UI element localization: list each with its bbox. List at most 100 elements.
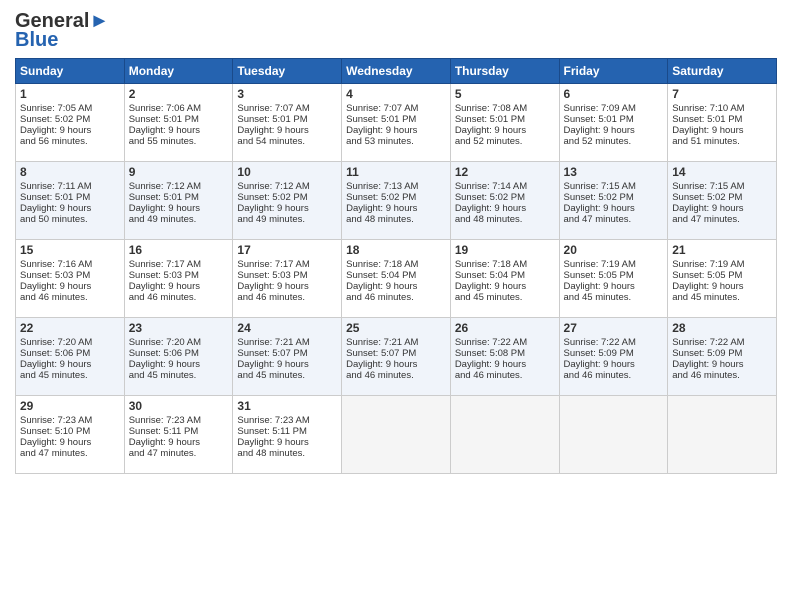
cell-text: Sunset: 5:03 PM bbox=[20, 270, 120, 281]
cell-text: Sunrise: 7:23 AM bbox=[20, 415, 120, 426]
cell-text: Sunset: 5:02 PM bbox=[346, 192, 446, 203]
calendar-cell: 20Sunrise: 7:19 AMSunset: 5:05 PMDayligh… bbox=[559, 240, 668, 318]
day-number: 30 bbox=[129, 399, 229, 413]
day-number: 15 bbox=[20, 243, 120, 257]
cell-text: and 46 minutes. bbox=[20, 292, 120, 303]
cell-text: Daylight: 9 hours bbox=[237, 359, 337, 370]
calendar-cell: 15Sunrise: 7:16 AMSunset: 5:03 PMDayligh… bbox=[16, 240, 125, 318]
calendar-cell bbox=[450, 396, 559, 474]
cell-text: and 49 minutes. bbox=[129, 214, 229, 225]
cell-text: Sunset: 5:01 PM bbox=[129, 114, 229, 125]
calendar-week-row: 8Sunrise: 7:11 AMSunset: 5:01 PMDaylight… bbox=[16, 162, 777, 240]
cell-text: Sunset: 5:01 PM bbox=[129, 192, 229, 203]
col-header-sunday: Sunday bbox=[16, 59, 125, 84]
cell-text: Daylight: 9 hours bbox=[455, 359, 555, 370]
day-number: 28 bbox=[672, 321, 772, 335]
cell-text: and 46 minutes. bbox=[346, 292, 446, 303]
calendar-cell: 4Sunrise: 7:07 AMSunset: 5:01 PMDaylight… bbox=[342, 84, 451, 162]
cell-text: and 45 minutes. bbox=[672, 292, 772, 303]
calendar-cell: 14Sunrise: 7:15 AMSunset: 5:02 PMDayligh… bbox=[668, 162, 777, 240]
calendar-cell: 11Sunrise: 7:13 AMSunset: 5:02 PMDayligh… bbox=[342, 162, 451, 240]
calendar-cell: 9Sunrise: 7:12 AMSunset: 5:01 PMDaylight… bbox=[124, 162, 233, 240]
cell-text: Daylight: 9 hours bbox=[346, 203, 446, 214]
cell-text: and 45 minutes. bbox=[564, 292, 664, 303]
day-number: 6 bbox=[564, 87, 664, 101]
day-number: 25 bbox=[346, 321, 446, 335]
cell-text: Daylight: 9 hours bbox=[672, 203, 772, 214]
cell-text: Daylight: 9 hours bbox=[20, 125, 120, 136]
calendar-week-row: 29Sunrise: 7:23 AMSunset: 5:10 PMDayligh… bbox=[16, 396, 777, 474]
day-number: 1 bbox=[20, 87, 120, 101]
day-number: 12 bbox=[455, 165, 555, 179]
calendar-cell: 26Sunrise: 7:22 AMSunset: 5:08 PMDayligh… bbox=[450, 318, 559, 396]
calendar-header-row: SundayMondayTuesdayWednesdayThursdayFrid… bbox=[16, 59, 777, 84]
cell-text: Sunrise: 7:11 AM bbox=[20, 181, 120, 192]
cell-text: and 49 minutes. bbox=[237, 214, 337, 225]
cell-text: Sunset: 5:01 PM bbox=[564, 114, 664, 125]
calendar-cell: 16Sunrise: 7:17 AMSunset: 5:03 PMDayligh… bbox=[124, 240, 233, 318]
day-number: 7 bbox=[672, 87, 772, 101]
cell-text: Sunset: 5:04 PM bbox=[346, 270, 446, 281]
cell-text: Daylight: 9 hours bbox=[129, 281, 229, 292]
calendar-cell: 18Sunrise: 7:18 AMSunset: 5:04 PMDayligh… bbox=[342, 240, 451, 318]
day-number: 17 bbox=[237, 243, 337, 257]
cell-text: Daylight: 9 hours bbox=[346, 125, 446, 136]
calendar-cell: 12Sunrise: 7:14 AMSunset: 5:02 PMDayligh… bbox=[450, 162, 559, 240]
calendar-cell: 10Sunrise: 7:12 AMSunset: 5:02 PMDayligh… bbox=[233, 162, 342, 240]
calendar-cell: 3Sunrise: 7:07 AMSunset: 5:01 PMDaylight… bbox=[233, 84, 342, 162]
cell-text: Sunrise: 7:21 AM bbox=[237, 337, 337, 348]
cell-text: Sunrise: 7:23 AM bbox=[129, 415, 229, 426]
day-number: 22 bbox=[20, 321, 120, 335]
day-number: 10 bbox=[237, 165, 337, 179]
calendar-cell: 30Sunrise: 7:23 AMSunset: 5:11 PMDayligh… bbox=[124, 396, 233, 474]
day-number: 2 bbox=[129, 87, 229, 101]
calendar-cell: 1Sunrise: 7:05 AMSunset: 5:02 PMDaylight… bbox=[16, 84, 125, 162]
cell-text: Sunset: 5:03 PM bbox=[129, 270, 229, 281]
cell-text: and 53 minutes. bbox=[346, 136, 446, 147]
cell-text: Daylight: 9 hours bbox=[237, 437, 337, 448]
cell-text: Daylight: 9 hours bbox=[20, 437, 120, 448]
cell-text: Daylight: 9 hours bbox=[20, 359, 120, 370]
cell-text: and 46 minutes. bbox=[672, 370, 772, 381]
cell-text: Sunrise: 7:22 AM bbox=[672, 337, 772, 348]
day-number: 9 bbox=[129, 165, 229, 179]
cell-text: Sunset: 5:09 PM bbox=[672, 348, 772, 359]
cell-text: Sunrise: 7:22 AM bbox=[455, 337, 555, 348]
col-header-wednesday: Wednesday bbox=[342, 59, 451, 84]
calendar-cell: 21Sunrise: 7:19 AMSunset: 5:05 PMDayligh… bbox=[668, 240, 777, 318]
cell-text: Sunrise: 7:14 AM bbox=[455, 181, 555, 192]
header: General► Blue bbox=[15, 10, 777, 52]
calendar-cell: 29Sunrise: 7:23 AMSunset: 5:10 PMDayligh… bbox=[16, 396, 125, 474]
cell-text: Sunrise: 7:17 AM bbox=[129, 259, 229, 270]
cell-text: Sunrise: 7:08 AM bbox=[455, 103, 555, 114]
cell-text: Daylight: 9 hours bbox=[564, 203, 664, 214]
calendar-table: SundayMondayTuesdayWednesdayThursdayFrid… bbox=[15, 58, 777, 474]
cell-text: Sunset: 5:11 PM bbox=[237, 426, 337, 437]
day-number: 3 bbox=[237, 87, 337, 101]
calendar-cell: 2Sunrise: 7:06 AMSunset: 5:01 PMDaylight… bbox=[124, 84, 233, 162]
day-number: 11 bbox=[346, 165, 446, 179]
cell-text: Sunrise: 7:22 AM bbox=[564, 337, 664, 348]
calendar-week-row: 15Sunrise: 7:16 AMSunset: 5:03 PMDayligh… bbox=[16, 240, 777, 318]
cell-text: Sunrise: 7:20 AM bbox=[20, 337, 120, 348]
cell-text: and 45 minutes. bbox=[129, 370, 229, 381]
calendar-cell: 22Sunrise: 7:20 AMSunset: 5:06 PMDayligh… bbox=[16, 318, 125, 396]
cell-text: Sunrise: 7:19 AM bbox=[564, 259, 664, 270]
cell-text: Sunrise: 7:18 AM bbox=[455, 259, 555, 270]
cell-text: Sunset: 5:02 PM bbox=[20, 114, 120, 125]
day-number: 24 bbox=[237, 321, 337, 335]
cell-text: Sunrise: 7:19 AM bbox=[672, 259, 772, 270]
cell-text: Sunset: 5:03 PM bbox=[237, 270, 337, 281]
calendar-cell: 13Sunrise: 7:15 AMSunset: 5:02 PMDayligh… bbox=[559, 162, 668, 240]
cell-text: and 55 minutes. bbox=[129, 136, 229, 147]
cell-text: Sunset: 5:02 PM bbox=[237, 192, 337, 203]
cell-text: Daylight: 9 hours bbox=[346, 359, 446, 370]
cell-text: Sunset: 5:01 PM bbox=[455, 114, 555, 125]
day-number: 13 bbox=[564, 165, 664, 179]
cell-text: Sunset: 5:02 PM bbox=[672, 192, 772, 203]
cell-text: Daylight: 9 hours bbox=[346, 281, 446, 292]
cell-text: Daylight: 9 hours bbox=[672, 125, 772, 136]
col-header-thursday: Thursday bbox=[450, 59, 559, 84]
day-number: 5 bbox=[455, 87, 555, 101]
cell-text: Sunset: 5:01 PM bbox=[346, 114, 446, 125]
